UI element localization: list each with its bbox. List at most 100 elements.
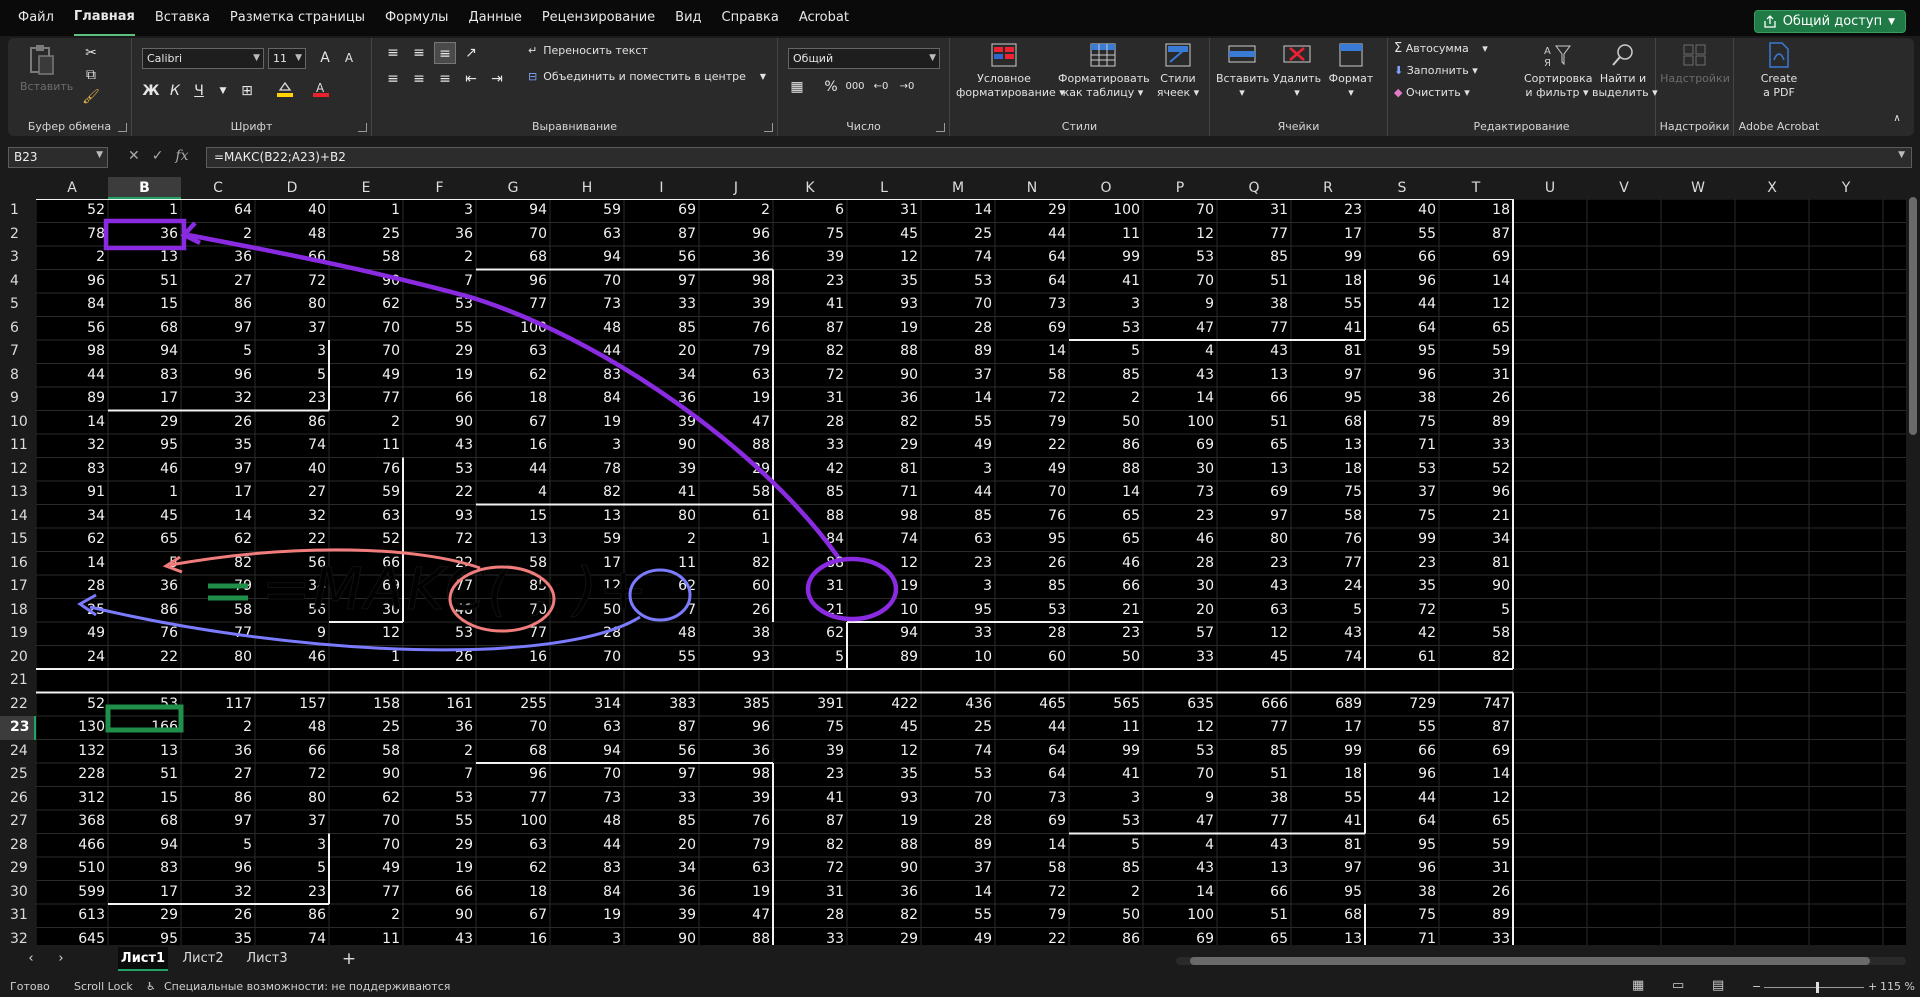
cell-s28[interactable]: 95 xyxy=(1365,834,1439,858)
cell-m7[interactable]: 89 xyxy=(921,340,995,364)
cell-c24[interactable]: 36 xyxy=(181,740,255,764)
cell-b25[interactable]: 51 xyxy=(108,763,181,787)
menu-data[interactable]: Данные xyxy=(468,0,521,36)
cell-m30[interactable]: 14 xyxy=(921,881,995,905)
cell-a12[interactable]: 83 xyxy=(36,458,108,482)
cell-n4[interactable]: 64 xyxy=(995,270,1069,294)
cell-q23[interactable]: 77 xyxy=(1217,716,1291,740)
function-icon[interactable]: fx xyxy=(175,148,188,164)
cell-m10[interactable]: 55 xyxy=(921,411,995,435)
row-header-16[interactable]: 16 xyxy=(0,551,36,575)
row-header-7[interactable]: 7 xyxy=(0,340,36,364)
clear-button[interactable]: ◆ Очистить ▾ xyxy=(1394,86,1470,100)
cell-k7[interactable]: 82 xyxy=(773,340,847,364)
cell-f29[interactable]: 19 xyxy=(403,857,476,881)
cell-h32[interactable]: 3 xyxy=(550,928,624,946)
cell-g6[interactable]: 100 xyxy=(476,317,550,341)
cell-a17[interactable]: 28 xyxy=(36,575,108,599)
cell-l27[interactable]: 19 xyxy=(847,810,921,834)
scrollbar-thumb[interactable] xyxy=(1190,957,1870,965)
cell-e27[interactable]: 70 xyxy=(329,810,403,834)
cell-m24[interactable]: 74 xyxy=(921,740,995,764)
borders-icon[interactable]: ⊞ xyxy=(236,80,258,102)
cell-l30[interactable]: 36 xyxy=(847,881,921,905)
cell-b17[interactable]: 36 xyxy=(108,575,181,599)
cell-c18[interactable]: 58 xyxy=(181,599,255,623)
cell-t23[interactable]: 87 xyxy=(1439,716,1513,740)
cell-j1[interactable]: 2 xyxy=(699,199,773,223)
cell-e7[interactable]: 70 xyxy=(329,340,403,364)
cell-b15[interactable]: 65 xyxy=(108,528,181,552)
cell-s23[interactable]: 55 xyxy=(1365,716,1439,740)
cell-h25[interactable]: 70 xyxy=(550,763,624,787)
cell-p26[interactable]: 9 xyxy=(1143,787,1217,811)
cell-i26[interactable]: 33 xyxy=(624,787,699,811)
cell-e19[interactable]: 12 xyxy=(329,622,403,646)
scrollbar-thumb[interactable] xyxy=(1909,197,1917,435)
row-header-8[interactable]: 8 xyxy=(0,363,36,387)
cell-g5[interactable]: 77 xyxy=(476,293,550,317)
cut-icon[interactable]: ✂ xyxy=(80,42,102,64)
cell-l1[interactable]: 31 xyxy=(847,199,921,223)
cell-g25[interactable]: 96 xyxy=(476,763,550,787)
cell-m19[interactable]: 33 xyxy=(921,622,995,646)
cell-h30[interactable]: 84 xyxy=(550,881,624,905)
cell-o31[interactable]: 50 xyxy=(1069,904,1143,928)
formula-input[interactable]: =МАКС(B22;A23)+B2 ▼ xyxy=(206,147,1912,168)
cell-q11[interactable]: 65 xyxy=(1217,434,1291,458)
row-header-22[interactable]: 22 xyxy=(0,692,36,716)
cell-p20[interactable]: 33 xyxy=(1143,646,1217,670)
cell-s22[interactable]: 729 xyxy=(1365,693,1439,717)
cell-l11[interactable]: 29 xyxy=(847,434,921,458)
cell-k14[interactable]: 88 xyxy=(773,505,847,529)
cell-s17[interactable]: 35 xyxy=(1365,575,1439,599)
cell-t17[interactable]: 90 xyxy=(1439,575,1513,599)
cell-a16[interactable]: 14 xyxy=(36,552,108,576)
column-header-s[interactable]: S xyxy=(1365,177,1439,199)
cell-o30[interactable]: 2 xyxy=(1069,881,1143,905)
cell-q27[interactable]: 77 xyxy=(1217,810,1291,834)
cell-o32[interactable]: 86 xyxy=(1069,928,1143,946)
cell-c4[interactable]: 27 xyxy=(181,270,255,294)
cell-e5[interactable]: 62 xyxy=(329,293,403,317)
cell-t11[interactable]: 33 xyxy=(1439,434,1513,458)
cell-h14[interactable]: 13 xyxy=(550,505,624,529)
cell-s31[interactable]: 75 xyxy=(1365,904,1439,928)
increase-font-icon[interactable]: A xyxy=(314,47,336,69)
chevron-down-icon[interactable]: ▼ xyxy=(212,80,234,102)
cell-i13[interactable]: 41 xyxy=(624,481,699,505)
cell-a28[interactable]: 466 xyxy=(36,834,108,858)
cell-b28[interactable]: 94 xyxy=(108,834,181,858)
cell-f30[interactable]: 66 xyxy=(403,881,476,905)
cell-g15[interactable]: 13 xyxy=(476,528,550,552)
cell-i15[interactable]: 2 xyxy=(624,528,699,552)
cell-l24[interactable]: 12 xyxy=(847,740,921,764)
cell-g19[interactable]: 77 xyxy=(476,622,550,646)
cell-n24[interactable]: 64 xyxy=(995,740,1069,764)
cell-g11[interactable]: 16 xyxy=(476,434,550,458)
cell-e23[interactable]: 25 xyxy=(329,716,403,740)
font-name-select[interactable]: Calibri ▼ xyxy=(142,48,264,69)
launcher-icon[interactable] xyxy=(936,123,945,132)
column-header-r[interactable]: R xyxy=(1291,177,1365,199)
cell-k17[interactable]: 31 xyxy=(773,575,847,599)
cell-n17[interactable]: 85 xyxy=(995,575,1069,599)
cell-c20[interactable]: 80 xyxy=(181,646,255,670)
cell-a31[interactable]: 613 xyxy=(36,904,108,928)
status-accessibility[interactable]: Специальные возможности: не поддерживают… xyxy=(164,980,450,993)
cell-h4[interactable]: 70 xyxy=(550,270,624,294)
cell-r12[interactable]: 18 xyxy=(1291,458,1365,482)
cell-j16[interactable]: 82 xyxy=(699,552,773,576)
column-header-i[interactable]: I xyxy=(624,177,699,199)
cell-p1[interactable]: 70 xyxy=(1143,199,1217,223)
cell-o9[interactable]: 2 xyxy=(1069,387,1143,411)
increase-indent-icon[interactable]: ⇥ xyxy=(486,68,508,90)
cell-b2[interactable]: 36 xyxy=(108,223,181,247)
cell-b16[interactable]: 5 xyxy=(108,552,181,576)
cell-c22[interactable]: 117 xyxy=(181,693,255,717)
cell-l22[interactable]: 422 xyxy=(847,693,921,717)
row-header-17[interactable]: 17 xyxy=(0,575,36,599)
cell-n8[interactable]: 58 xyxy=(995,364,1069,388)
cell-c8[interactable]: 96 xyxy=(181,364,255,388)
cell-j24[interactable]: 36 xyxy=(699,740,773,764)
